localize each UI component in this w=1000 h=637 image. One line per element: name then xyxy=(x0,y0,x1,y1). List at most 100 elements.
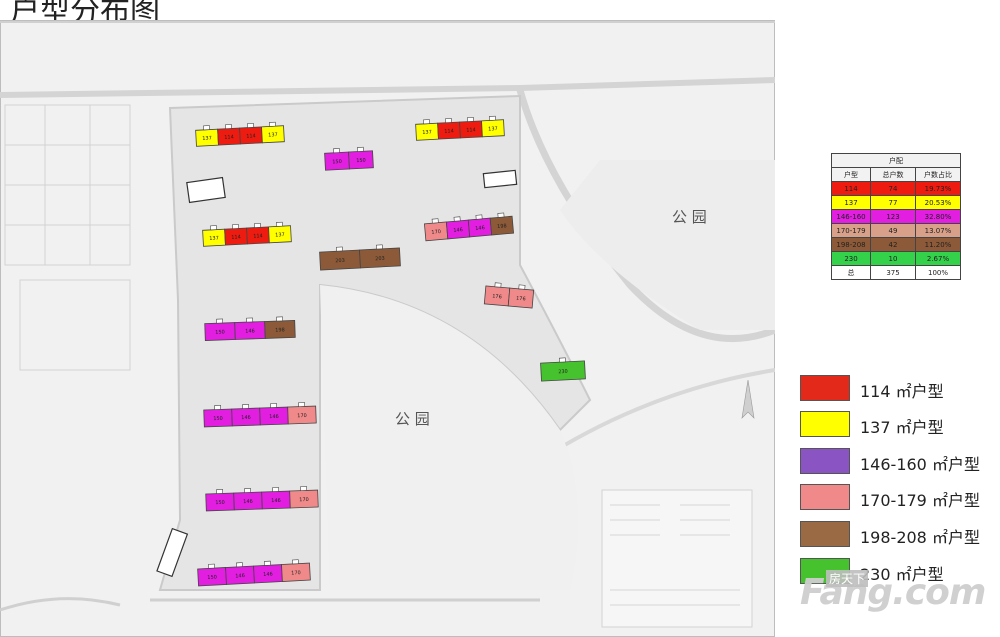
table-cell-ratio: 2.67% xyxy=(915,251,961,266)
building-core xyxy=(216,318,224,324)
unit-area-label: 137 xyxy=(488,126,498,132)
building-core xyxy=(276,221,283,227)
unit-area-label: 114 xyxy=(246,133,256,139)
unit-area-label: 230 xyxy=(558,369,568,375)
table-cell-count: 123 xyxy=(870,209,916,224)
unit-area-label: 146 xyxy=(243,499,253,505)
table-cell-type: 170-179 xyxy=(831,223,871,238)
building-core xyxy=(208,563,215,569)
building-core xyxy=(298,402,305,407)
building-core xyxy=(246,317,254,323)
table-header: 户型 xyxy=(831,167,871,182)
unit-area-label: 137 xyxy=(209,235,219,241)
unit-area-label: 198 xyxy=(497,223,507,230)
table-cell-count: 49 xyxy=(870,223,916,238)
table-row: 198-208 42 11.20% xyxy=(831,237,961,252)
legend-swatch xyxy=(800,484,850,510)
unit-area-label: 137 xyxy=(275,232,285,238)
unit-area-label: 114 xyxy=(466,127,476,133)
table-row: 137 77 20.53% xyxy=(831,195,961,210)
building-core xyxy=(518,284,526,290)
building-core xyxy=(431,218,439,224)
unit-area-label: 146 xyxy=(269,414,279,420)
park-label: 公 园 xyxy=(672,208,707,226)
building-core xyxy=(336,246,343,252)
table-cell-type: 114 xyxy=(831,181,871,196)
unit-area-label: 150 xyxy=(213,416,223,422)
unit-area-label: 170 xyxy=(291,570,301,576)
table-cell-count: 77 xyxy=(870,195,916,210)
legend-item: 146-160 ㎡户型 xyxy=(800,448,1000,478)
unit-mix-table: 户配 户型 总户数 户数占比 114 74 19.73% 137 77 20.53% 146… xyxy=(831,153,961,280)
building-core xyxy=(497,212,505,218)
unit-area-label: 137 xyxy=(202,135,212,141)
unit-area-label: 146 xyxy=(245,328,255,334)
legend-swatch xyxy=(800,375,850,401)
legend-label: 137 ㎡户型 xyxy=(860,418,944,437)
unit-area-label: 146 xyxy=(235,573,245,579)
table-cell-count: 74 xyxy=(870,181,916,196)
unit-area-label: 150 xyxy=(207,574,217,580)
unit-area-label: 146 xyxy=(453,227,463,234)
legend-label: 114 ㎡户型 xyxy=(860,382,944,401)
unit-area-label: 170 xyxy=(431,229,441,236)
building-core xyxy=(216,489,224,494)
unit-area-label: 114 xyxy=(253,233,263,239)
building-core xyxy=(242,404,250,409)
legend-label: 170-179 ㎡户型 xyxy=(860,491,980,510)
park-label: 公 园 xyxy=(395,410,430,428)
building-core xyxy=(375,244,383,250)
residential-building: 150 146 198 xyxy=(204,316,296,341)
legend-swatch xyxy=(800,448,850,474)
table-cell-type: 146-160 xyxy=(831,209,871,224)
building-core xyxy=(276,316,283,322)
unit-area-label: 150 xyxy=(356,158,366,164)
unit-area-label: 170 xyxy=(297,413,307,419)
building-core xyxy=(254,222,261,228)
unit-area-label: 114 xyxy=(224,134,234,140)
table-cell-count: 42 xyxy=(870,237,916,252)
site-plan-map: 公 园 公 园 137 114 114 137 137 114 114 137 150 150 13… xyxy=(0,20,775,637)
table-cell-type: 总 xyxy=(831,265,871,280)
table-cell-type: 230 xyxy=(831,251,871,266)
legend-item: 198-208 ㎡户型 xyxy=(800,521,1000,551)
building-core xyxy=(236,562,243,568)
building-core xyxy=(244,488,252,493)
building-core xyxy=(333,148,340,154)
table-cell-count: 375 xyxy=(870,265,916,280)
building-core xyxy=(489,115,496,121)
building-core xyxy=(467,116,474,122)
table-cell-type: 198-208 xyxy=(831,237,871,252)
building-core xyxy=(445,118,452,124)
legend-label: 198-208 ㎡户型 xyxy=(860,528,980,547)
legend-swatch xyxy=(800,521,850,547)
building-core xyxy=(214,405,222,410)
building-core xyxy=(264,560,271,566)
unit-area-label: 176 xyxy=(516,296,526,303)
table-cell-ratio: 13.07% xyxy=(915,223,961,238)
building-core xyxy=(300,486,307,491)
building-core xyxy=(225,124,232,130)
watermark-sub: 房天下 xyxy=(826,570,869,587)
legend-item: 137 ㎡户型 xyxy=(800,411,1000,441)
unit-area-label: 203 xyxy=(335,258,345,264)
building-core xyxy=(210,225,217,231)
table-cell-ratio: 19.73% xyxy=(915,181,961,196)
legend-swatch xyxy=(800,411,850,437)
unit-area-label: 150 xyxy=(332,159,342,165)
unit-area-label: 146 xyxy=(271,498,281,504)
building-core xyxy=(475,214,483,220)
table-cell-type: 137 xyxy=(831,195,871,210)
table-header: 总户数 xyxy=(870,167,916,182)
table-cell-ratio: 20.53% xyxy=(915,195,961,210)
unit-area-label: 146 xyxy=(241,415,251,421)
building-core xyxy=(494,282,502,288)
unit-area-label: 150 xyxy=(215,500,225,506)
table-row: 170-179 49 13.07% xyxy=(831,223,961,238)
unit-area-label: 176 xyxy=(492,294,502,301)
unit-area-label: 137 xyxy=(268,132,278,138)
unit-area-label: 198 xyxy=(275,327,285,333)
unit-area-label: 150 xyxy=(215,329,225,335)
building-core xyxy=(559,357,566,363)
table-cell-count: 10 xyxy=(870,251,916,266)
